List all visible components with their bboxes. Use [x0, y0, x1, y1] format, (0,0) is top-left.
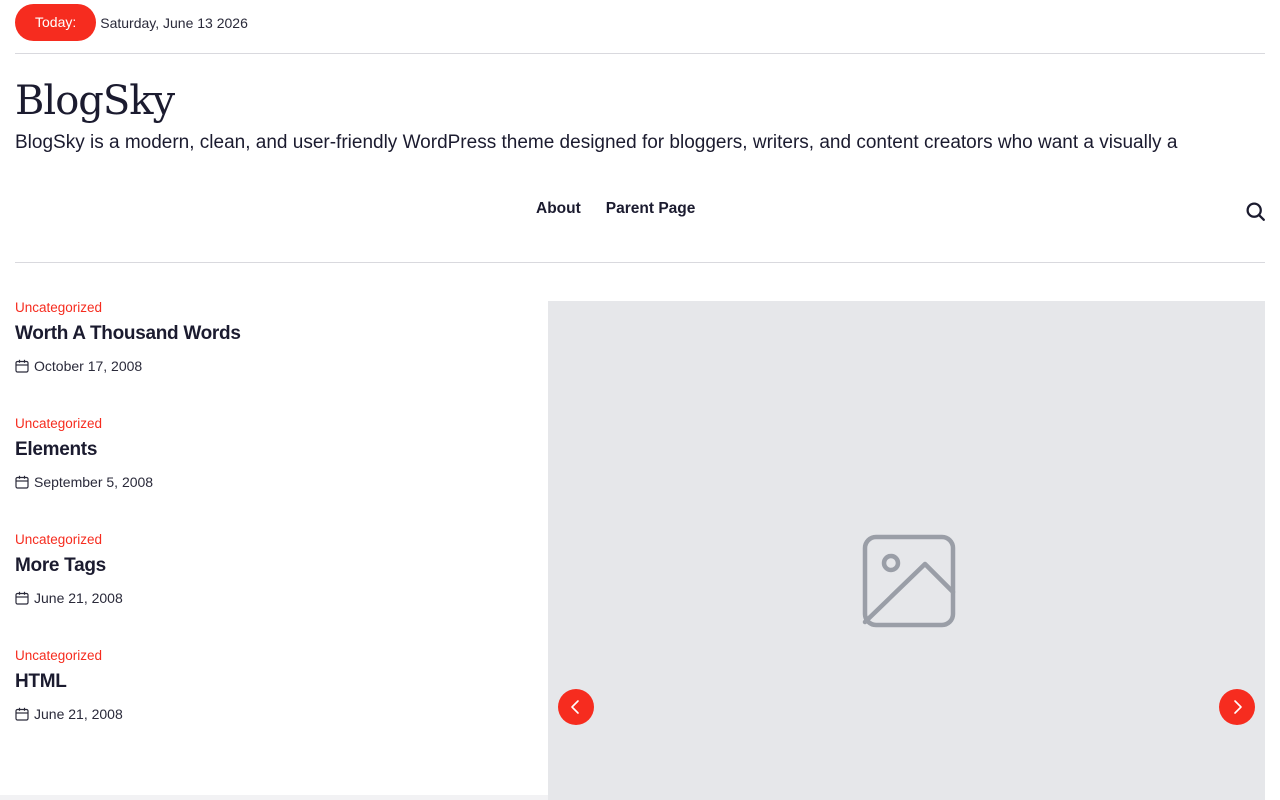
slider-prev-button[interactable] [558, 689, 594, 725]
list-item: Uncategorized Worth A Thousand Words Oct… [15, 300, 515, 416]
post-list: Uncategorized Worth A Thousand Words Oct… [15, 300, 515, 764]
list-item: Uncategorized More Tags June 21, 2008 [15, 532, 515, 648]
site-title[interactable]: BlogSky [15, 76, 175, 126]
list-item: Uncategorized HTML June 21, 2008 [15, 648, 515, 764]
post-category[interactable]: Uncategorized [15, 300, 102, 315]
post-date: June 21, 2008 [15, 590, 123, 606]
image-icon [862, 534, 956, 628]
post-date: June 21, 2008 [15, 706, 123, 722]
site-description: BlogSky is a modern, clean, and user-fri… [15, 132, 1178, 153]
top-bar: Today: Saturday, June 13 2026 [15, 4, 248, 41]
nav-item-about[interactable]: About [536, 200, 581, 218]
list-item: Uncategorized Elements September 5, 2008 [15, 416, 515, 532]
post-title[interactable]: Worth A Thousand Words [15, 323, 241, 345]
post-date-text[interactable]: September 5, 2008 [34, 474, 153, 490]
calendar-icon [15, 591, 29, 605]
calendar-icon [15, 707, 29, 721]
post-date-text[interactable]: June 21, 2008 [34, 590, 123, 606]
post-date-text[interactable]: October 17, 2008 [34, 358, 142, 374]
nav-item-parent-page[interactable]: Parent Page [606, 200, 696, 218]
main-nav: About Parent Page [536, 200, 695, 218]
post-date-text[interactable]: June 21, 2008 [34, 706, 123, 722]
post-title[interactable]: Elements [15, 439, 97, 461]
chevron-left-icon [571, 700, 579, 714]
today-label: Today: [15, 4, 97, 41]
chevron-right-icon [1234, 700, 1242, 714]
post-title[interactable]: More Tags [15, 555, 106, 577]
post-title[interactable]: HTML [15, 671, 67, 693]
current-date: Saturday, June 13 2026 [100, 14, 248, 31]
post-category[interactable]: Uncategorized [15, 532, 102, 547]
divider [15, 262, 1265, 263]
section-divider [0, 795, 548, 800]
calendar-icon [15, 359, 29, 373]
post-date: October 17, 2008 [15, 358, 142, 374]
slider-next-button[interactable] [1219, 689, 1255, 725]
divider [15, 53, 1265, 54]
calendar-icon [15, 475, 29, 489]
search-button[interactable] [1245, 201, 1266, 222]
featured-slider[interactable] [548, 301, 1265, 800]
search-icon [1246, 202, 1265, 221]
post-category[interactable]: Uncategorized [15, 416, 102, 431]
post-category[interactable]: Uncategorized [15, 648, 102, 663]
post-date: September 5, 2008 [15, 474, 153, 490]
